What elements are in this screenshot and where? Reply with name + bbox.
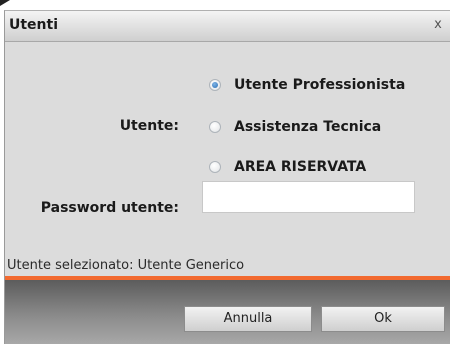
close-icon: x (434, 17, 442, 32)
radio-label: AREA RISERVATA (234, 159, 367, 175)
ok-button[interactable]: Ok (321, 306, 445, 332)
cancel-button[interactable]: Annulla (184, 306, 312, 332)
radio-unselected-icon[interactable] (209, 121, 221, 133)
users-dialog: Utenti x Utente: Utente Professionista A… (4, 10, 450, 344)
close-button[interactable]: x (429, 15, 447, 35)
radio-area-riservata[interactable]: AREA RISERVATA (209, 156, 366, 178)
password-input[interactable] (202, 181, 415, 213)
dialog-title: Utenti (9, 17, 59, 33)
title-bar[interactable]: Utenti x (5, 11, 450, 42)
radio-label: Utente Professionista (234, 77, 406, 93)
radio-utente-professionista[interactable]: Utente Professionista (209, 74, 405, 96)
selected-user-status: Utente selezionato: Utente Generico (7, 258, 245, 273)
radio-unselected-icon[interactable] (209, 161, 221, 173)
dialog-content: Utente: Utente Professionista Assistenza… (5, 42, 450, 273)
radio-assistenza-tecnica[interactable]: Assistenza Tecnica (209, 116, 381, 138)
radio-label: Assistenza Tecnica (234, 119, 382, 135)
radio-selected-icon[interactable] (209, 79, 221, 91)
user-type-label: Utente: (119, 118, 179, 134)
password-label: Password utente: (40, 200, 179, 216)
corner-mark (0, 0, 10, 6)
dialog-footer: Annulla Ok (5, 280, 450, 344)
